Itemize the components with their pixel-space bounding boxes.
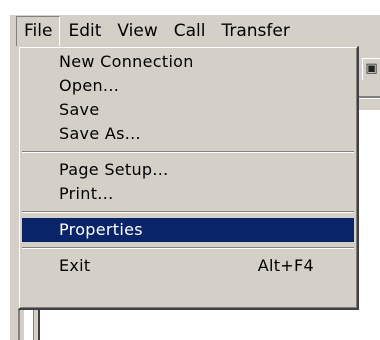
menu-edit[interactable]: Edit (60, 16, 109, 46)
menu-separator (22, 242, 354, 254)
menu-file[interactable]: File (16, 15, 61, 46)
menu-item-label: Page Setup... (59, 160, 169, 179)
menu-item-properties[interactable]: Properties (22, 218, 354, 242)
menu-item-save-as[interactable]: Save As... (22, 122, 354, 146)
menu-item-save[interactable]: Save (22, 98, 354, 122)
menu-item-label: Save As... (59, 124, 141, 143)
menu-item-exit[interactable]: Exit Alt+F4 (22, 254, 354, 278)
menu-item-label: Exit (59, 256, 91, 275)
toolbar-divider-highlight (357, 98, 380, 99)
menu-separator (22, 206, 354, 218)
menu-item-label: Properties (59, 220, 143, 239)
menu-item-open[interactable]: Open... (22, 74, 354, 98)
menu-bar: File Edit View Call Transfer (10, 14, 380, 46)
menu-call[interactable]: Call (166, 16, 214, 46)
window-left-frame (10, 46, 18, 340)
menu-item-label: New Connection (59, 52, 194, 71)
menu-item-shortcut: Alt+F4 (257, 256, 314, 275)
menu-view[interactable]: View (109, 16, 165, 46)
menu-item-label: Print... (59, 184, 114, 203)
file-menu-dropdown: New Connection Open... Save Save As... P… (18, 46, 359, 310)
menu-separator (22, 146, 354, 158)
window-content-edge (24, 310, 34, 340)
toolbar-button-icon[interactable]: ▣ (362, 58, 380, 80)
menu-item-print[interactable]: Print... (22, 182, 354, 206)
menu-item-label: Open... (59, 76, 120, 95)
menu-item-page-setup[interactable]: Page Setup... (22, 158, 354, 182)
menu-transfer[interactable]: Transfer (213, 16, 297, 46)
menu-item-label: Save (59, 100, 100, 119)
menu-item-new-connection[interactable]: New Connection (22, 50, 354, 74)
